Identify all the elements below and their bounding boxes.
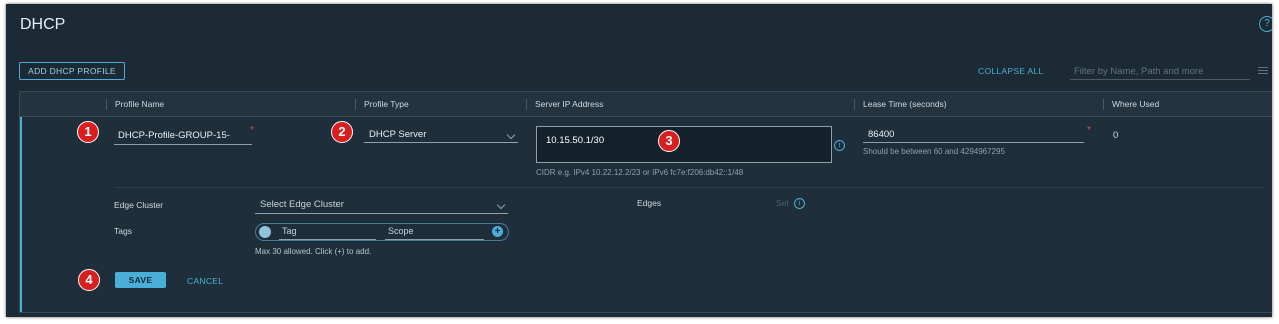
server-ip-hint: CIDR e.g. IPv4 10.22.12.2/23 or IPv6 fc7… <box>536 168 744 177</box>
tag-icon <box>259 226 271 238</box>
server-ip-input[interactable]: 10.15.50.1/30 <box>536 126 832 163</box>
column-header-where-used[interactable]: Where Used <box>1103 99 1159 110</box>
dhcp-profiles-table: Profile Name Profile Type Server IP Addr… <box>19 91 1272 313</box>
section-divider <box>114 187 1264 188</box>
step-badge-3: 3 <box>658 130 680 152</box>
dhcp-page: DHCP ? ADD DHCP PROFILE COLLAPSE ALL Pro… <box>6 4 1272 317</box>
column-header-profile-type[interactable]: Profile Type <box>355 99 409 110</box>
collapse-all-link[interactable]: COLLAPSE ALL <box>978 66 1044 76</box>
column-header-lease-time[interactable]: Lease Time (seconds) <box>854 99 947 110</box>
required-mark: * <box>250 125 254 136</box>
edge-cluster-placeholder: Select Edge Cluster <box>260 199 344 210</box>
edge-cluster-label: Edge Cluster <box>114 200 164 210</box>
table-header: Profile Name Profile Type Server IP Addr… <box>20 92 1272 117</box>
scope-input[interactable]: Scope <box>385 224 484 240</box>
filter-input[interactable] <box>1070 63 1250 80</box>
save-button[interactable]: SAVE <box>115 272 166 288</box>
info-icon[interactable]: i <box>834 140 845 151</box>
required-mark-lease: * <box>1087 125 1091 136</box>
lease-time-hint: Should be between 60 and 4294967295 <box>863 147 1005 156</box>
question-circle-icon[interactable]: ? <box>1259 16 1272 32</box>
server-ip-value: 10.15.50.1/30 <box>546 135 605 146</box>
add-tag-icon[interactable]: + <box>492 226 503 237</box>
column-header-server-ip[interactable]: Server IP Address <box>526 99 603 110</box>
profile-type-value: DHCP Server <box>369 129 427 140</box>
tags-label: Tags <box>114 226 132 236</box>
tags-hint: Max 30 allowed. Click (+) to add. <box>255 247 372 256</box>
lease-time-input[interactable]: 86400 <box>863 126 1084 143</box>
where-used-value: 0 <box>1113 130 1119 141</box>
edges-set-link[interactable]: Set <box>776 198 789 208</box>
column-menu-icon[interactable] <box>1258 67 1268 76</box>
edge-cluster-select[interactable]: Select Edge Cluster <box>255 196 508 214</box>
tag-input[interactable]: Tag <box>279 224 376 240</box>
info-icon[interactable]: i <box>794 198 805 209</box>
profile-type-select[interactable]: DHCP Server <box>364 127 518 143</box>
step-badge-1: 1 <box>77 121 99 143</box>
cancel-button[interactable]: CANCEL <box>187 276 223 286</box>
step-badge-4: 4 <box>78 269 100 291</box>
step-badge-2: 2 <box>331 121 353 143</box>
tags-input-group: Tag Scope + <box>255 223 509 241</box>
edges-label: Edges <box>637 198 662 208</box>
edit-profile-row: 1 DHCP-Profile-GROUP-15- * 2 DHCP Server… <box>20 117 1272 312</box>
page-title: DHCP <box>20 16 66 33</box>
add-dhcp-profile-button[interactable]: ADD DHCP PROFILE <box>19 62 125 80</box>
column-header-profile-name[interactable]: Profile Name <box>106 99 164 110</box>
profile-name-input[interactable]: DHCP-Profile-GROUP-15- <box>114 128 252 145</box>
